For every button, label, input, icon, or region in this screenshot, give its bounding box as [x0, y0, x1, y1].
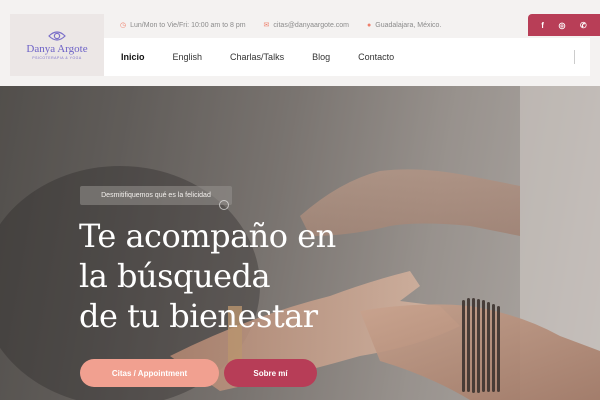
location-info: ● Guadalajara, México. — [367, 22, 441, 29]
facebook-icon[interactable]: f — [541, 21, 544, 30]
logo-name: Danya Argote — [26, 43, 88, 55]
location-text: Guadalajara, México. — [375, 21, 442, 29]
headline-line-2: la búsqueda — [79, 257, 271, 295]
social-links: f ◎ ✆ — [528, 14, 600, 36]
email-text[interactable]: citas@danyaargote.com — [273, 22, 349, 29]
appointment-button[interactable]: Citas / Appointment — [80, 359, 219, 387]
envelope-icon: ✉ — [263, 22, 270, 29]
hours-info: ◷ Lun/Mon to Vie/Fri: 10:00 am to 8 pm — [120, 21, 246, 30]
logo-subtitle: PSICOTERAPIA & YOGA — [32, 56, 82, 60]
hero-headline: Te acompaño en la búsqueda de tu bienest… — [79, 216, 409, 336]
main-nav: Inicio English Charlas/Talks Blog Contac… — [104, 38, 590, 76]
hero-tag: Desmitifiquemos qué es la felicidad — [80, 186, 232, 205]
eye-logo-icon — [48, 31, 66, 41]
nav-item-english[interactable]: English — [173, 52, 203, 62]
clock-icon: ◷ — [120, 22, 127, 29]
site-header: Danya Argote PSICOTERAPIA & YOGA ◷ Lun/M… — [0, 0, 600, 86]
nav-divider — [574, 50, 575, 64]
nav-item-inicio[interactable]: Inicio — [121, 52, 145, 62]
instagram-icon[interactable]: ◎ — [558, 21, 565, 30]
nav-item-charlas[interactable]: Charlas/Talks — [230, 52, 284, 62]
map-pin-icon: ● — [367, 21, 372, 29]
email-info[interactable]: ✉ citas@danyaargote.com — [263, 21, 349, 30]
hours-text: Lun/Mon to Vie/Fri: 10:00 am to 8 pm — [130, 21, 246, 29]
hero-section: Desmitifiquemos qué es la felicidad Te a… — [0, 86, 600, 400]
headline-line-3: de tu bienestar — [79, 297, 318, 335]
about-me-button[interactable]: Sobre mí — [224, 359, 317, 387]
whatsapp-icon[interactable]: ✆ — [580, 21, 587, 30]
headline-line-1: Te acompaño en — [79, 217, 336, 255]
circle-icon — [219, 200, 229, 210]
nav-item-contacto[interactable]: Contacto — [358, 52, 394, 62]
top-info-bar: ◷ Lun/Mon to Vie/Fri: 10:00 am to 8 pm ✉… — [112, 14, 528, 36]
nav-item-blog[interactable]: Blog — [312, 52, 330, 62]
logo[interactable]: Danya Argote PSICOTERAPIA & YOGA — [10, 14, 104, 76]
